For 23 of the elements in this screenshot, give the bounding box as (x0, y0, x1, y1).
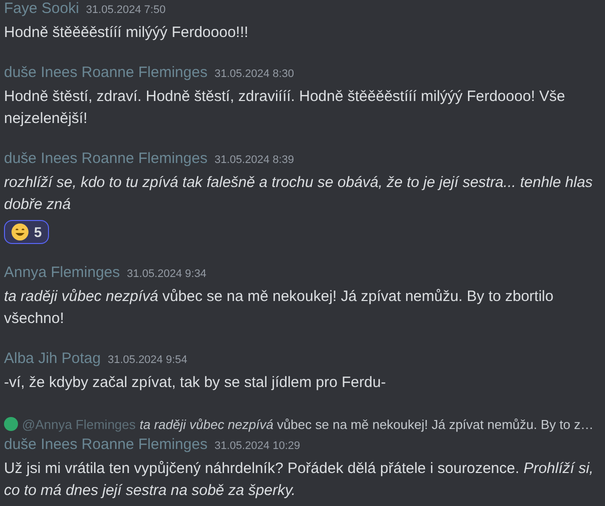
avatar-icon (4, 417, 18, 431)
message-text: -ví, že kdyby začal zpívat, tak by se stal jídlem pro Ferdu- (4, 373, 387, 393)
author-name[interactable]: Alba Jih Potag (4, 350, 101, 367)
author-name[interactable]: duše Inees Roanne Fleminges (4, 64, 208, 81)
author-name[interactable]: Faye Sooki (4, 0, 80, 17)
message-text: Hodně štěěěěstííí milýýý Ferdoooo!!! (4, 23, 250, 43)
message-text: Hodně štěstí, zdraví. Hodně štěstí, zdraviííí. Hodně štěěěěstííí milýýý Ferdoooo! Vše nejzelenější! (4, 87, 566, 129)
grin-emoji-icon (11, 223, 29, 241)
author-name[interactable]: duše Inees Roanne Fleminges (4, 436, 208, 453)
reply-preview[interactable]: ta raději vůbec nezpívá vůbec se na mě nekoukej! Já zpívat nemůžu. By to z… (140, 416, 594, 432)
timestamp: 31.05.2024 7:50 (86, 4, 166, 16)
message-text: Už jsi mi vrátila ten vypůjčený náhrdelník? Pořádek dělá přátele i sourozence. Prohlíží si, co to má dnes její sestra na sobě za šperky. (4, 459, 594, 501)
author-name[interactable]: Annya Fleminges (4, 264, 120, 281)
timestamp: 31.05.2024 8:30 (214, 68, 294, 80)
timestamp: 31.05.2024 9:34 (126, 268, 206, 280)
reaction-button[interactable]: 5 (4, 220, 49, 244)
reply-author[interactable]: @Annya Fleminges (22, 416, 136, 432)
message-text: rozhlíží se, kdo to tu zpívá tak falešně a trochu se obává, že to je její sestra... tenhle hlas dobře zná (4, 173, 594, 215)
author-name[interactable]: duše Inees Roanne Fleminges (4, 150, 208, 167)
timestamp: 31.05.2024 8:39 (214, 154, 294, 166)
timestamp: 31.05.2024 9:54 (108, 354, 188, 366)
timestamp: 31.05.2024 10:29 (214, 440, 300, 452)
message-text: ta raději vůbec nezpívá vůbec se na mě nekoukej! Já zpívat nemůžu. By to zbortilo všechno! (4, 287, 554, 329)
